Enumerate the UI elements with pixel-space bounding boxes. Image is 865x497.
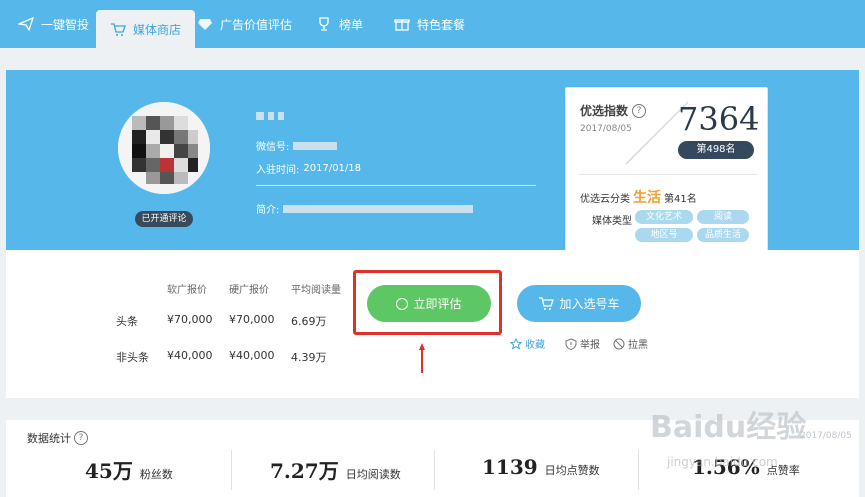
add-to-cart-button[interactable]: 加入选号车 [517, 285, 641, 322]
cart-icon [539, 296, 555, 310]
score-divider [578, 174, 758, 175]
score-value: 7364 [678, 100, 760, 138]
nav-tab-packages[interactable]: 特色套餐 [394, 0, 465, 48]
join-date-line: 入驻时间: 2017/01/18 [256, 161, 361, 176]
nav-tab-rankings[interactable]: 榜单 [316, 0, 363, 48]
nav-tab-label: 榜单 [339, 17, 364, 32]
paper-plane-icon [18, 16, 34, 32]
wechat-id-redacted [293, 141, 338, 150]
col-head-hard: 硬广报价 [229, 285, 269, 296]
account-name [256, 112, 284, 120]
nav-tab-label: 广告价值评估 [220, 17, 293, 32]
top-nav: 一键智投 媒体商店 广告价值评估 榜单 特色套餐 [0, 0, 865, 48]
tag-reading[interactable]: 阅读 [697, 210, 749, 224]
block-button[interactable]: 拉黑 [613, 336, 648, 351]
watermark-url: jingyan.baidu.com [667, 455, 778, 469]
price-soft-other: ¥40,000 [167, 349, 213, 362]
row-head-top: 头条 [116, 315, 138, 328]
tag-regional[interactable]: 地区号 [635, 228, 693, 242]
watermark-date: 2017/08/05 [800, 431, 852, 441]
help-icon[interactable]: ? [74, 431, 88, 445]
nav-tab-smart-launch[interactable]: 一键智投 [18, 0, 89, 48]
join-date: 2017/01/18 [303, 163, 362, 174]
shield-icon [565, 337, 577, 350]
evaluate-icon [396, 297, 409, 310]
evaluate-button[interactable]: 立即评估 [367, 285, 491, 322]
baidu-watermark: Baidu经验 [650, 410, 807, 445]
media-type-label: 媒体类型 [592, 216, 632, 227]
reads-other: 4.39万 [291, 351, 327, 364]
stats-title: 数据统计 ? [27, 430, 88, 446]
nav-tab-ad-value[interactable]: 广告价值评估 [197, 0, 292, 48]
stat-daily-likes: 1139 日均点赞数 [482, 455, 600, 479]
price-hard-top: ¥70,000 [229, 313, 275, 326]
wechat-id-line: 微信号: [256, 138, 338, 153]
nav-tab-media-store[interactable]: 媒体商店 [96, 10, 196, 48]
reads-top: 6.69万 [291, 315, 327, 328]
category-name[interactable]: 生活 [633, 187, 661, 207]
score-rank-badge: 第498名 [678, 141, 754, 159]
col-head-soft: 软广报价 [167, 285, 207, 296]
wechat-label: 微信号: [256, 142, 290, 153]
star-icon [510, 337, 522, 350]
favorite-button[interactable]: 收藏 [510, 336, 545, 351]
category-rank: 第41名 [664, 194, 697, 205]
comment-status-badge: 已开通评论 [135, 211, 193, 227]
red-arrow-up-icon [419, 343, 425, 373]
stat-followers: 45万 粉丝数 [85, 459, 173, 483]
join-label: 入驻时间: [256, 165, 300, 176]
col-head-reads: 平均阅读量 [291, 285, 341, 296]
report-button[interactable]: 举报 [565, 336, 600, 351]
cart-icon [111, 23, 126, 36]
trophy-icon [319, 17, 329, 31]
intro-line: 简介: [256, 201, 474, 216]
gem-icon [198, 19, 212, 30]
gift-icon [394, 19, 410, 31]
category-line: 优选云分类 生活 第41名 [580, 187, 697, 207]
stat-daily-reads: 7.27万 日均阅读数 [270, 459, 401, 483]
price-hard-other: ¥40,000 [229, 349, 275, 362]
nav-tab-label: 媒体商店 [133, 22, 182, 37]
intro-text-redacted [283, 204, 474, 213]
intro-label: 简介: [256, 205, 280, 216]
tag-culture-art[interactable]: 文化艺术 [635, 210, 693, 224]
block-icon [613, 338, 625, 349]
row-head-other: 非头条 [116, 351, 149, 364]
pixelated-avatar-image [118, 102, 210, 194]
tag-quality-life[interactable]: 品质生活 [697, 228, 749, 242]
avatar[interactable] [118, 102, 210, 194]
nav-tab-label: 一键智投 [41, 17, 90, 32]
price-soft-top: ¥70,000 [167, 313, 213, 326]
info-divider [256, 185, 536, 186]
nav-tab-label: 特色套餐 [417, 17, 466, 32]
